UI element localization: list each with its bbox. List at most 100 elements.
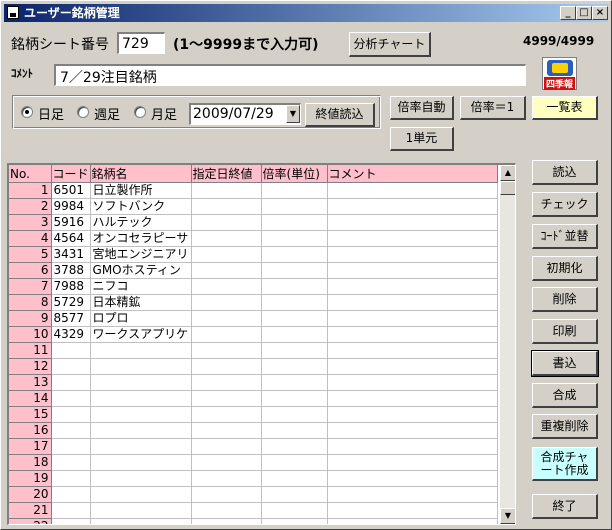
name-cell[interactable]: ニフコ	[90, 278, 192, 295]
ratio-cell[interactable]	[261, 454, 328, 471]
table-row[interactable]: 21	[9, 502, 498, 519]
code-cell[interactable]	[51, 374, 91, 391]
close-price-cell[interactable]	[191, 278, 262, 295]
ratio-one-button[interactable]: 倍率＝1	[460, 96, 526, 120]
comment-cell[interactable]	[327, 502, 498, 519]
comment-cell[interactable]	[327, 374, 498, 391]
scroll-down-icon[interactable]: ▼	[500, 508, 515, 524]
ratio-cell[interactable]	[261, 390, 328, 407]
table-row[interactable]: 1 6501 日立製作所	[9, 182, 498, 199]
close-price-cell[interactable]	[191, 518, 262, 524]
code-cell[interactable]: 5916	[51, 214, 91, 231]
close-price-cell[interactable]	[191, 326, 262, 343]
comment-cell[interactable]	[327, 390, 498, 407]
code-cell[interactable]	[51, 518, 91, 524]
ratio-cell[interactable]	[261, 182, 328, 199]
vertical-scrollbar[interactable]: ▲ ▼	[500, 165, 515, 524]
close-price-cell[interactable]	[191, 486, 262, 503]
sheet-number-input[interactable]: 729	[117, 32, 165, 54]
close-price-cell[interactable]	[191, 230, 262, 247]
code-cell[interactable]	[51, 342, 91, 359]
code-cell[interactable]: 7988	[51, 278, 91, 295]
close-price-cell[interactable]	[191, 454, 262, 471]
code-cell[interactable]: 5729	[51, 294, 91, 311]
comment-cell[interactable]	[327, 246, 498, 263]
close-price-cell[interactable]	[191, 390, 262, 407]
code-cell[interactable]	[51, 390, 91, 407]
close-price-cell[interactable]	[191, 342, 262, 359]
name-cell[interactable]	[90, 374, 192, 391]
table-row[interactable]: 10 4329 ワークスアプリケ	[9, 326, 498, 343]
close-price-cell[interactable]	[191, 214, 262, 231]
column-header-comment[interactable]: コメント	[327, 165, 498, 183]
comment-cell[interactable]	[327, 454, 498, 471]
close-price-cell[interactable]	[191, 262, 262, 279]
ratio-cell[interactable]	[261, 486, 328, 503]
name-cell[interactable]	[90, 470, 192, 487]
ratio-cell[interactable]	[261, 326, 328, 343]
close-price-cell[interactable]	[191, 358, 262, 375]
print-button[interactable]: 印刷	[532, 319, 598, 344]
table-row[interactable]: 12	[9, 358, 498, 375]
ratio-cell[interactable]	[261, 342, 328, 359]
comment-cell[interactable]	[327, 262, 498, 279]
initialize-button[interactable]: 初期化	[532, 256, 598, 281]
issue-grid[interactable]: No. コード 銘柄名 指定日終値 倍率(単位) コメント 1 6501 日立製作所…	[7, 163, 516, 525]
comment-cell[interactable]	[327, 438, 498, 455]
name-cell[interactable]: ロプロ	[90, 310, 192, 327]
comment-cell[interactable]	[327, 182, 498, 199]
code-cell[interactable]	[51, 454, 91, 471]
comment-cell[interactable]	[327, 406, 498, 423]
table-row[interactable]: 17	[9, 438, 498, 455]
table-row[interactable]: 20	[9, 486, 498, 503]
close-price-cell[interactable]	[191, 374, 262, 391]
comment-cell[interactable]	[327, 294, 498, 311]
code-cell[interactable]	[51, 470, 91, 487]
ratio-cell[interactable]	[261, 198, 328, 215]
close-price-cell[interactable]	[191, 470, 262, 487]
ratio-cell[interactable]	[261, 502, 328, 519]
name-cell[interactable]: ハルテック	[90, 214, 192, 231]
ratio-cell[interactable]	[261, 278, 328, 295]
write-button[interactable]: 書込	[531, 350, 599, 377]
scroll-up-icon[interactable]: ▲	[500, 165, 515, 181]
radio-monthly[interactable]: 月足	[134, 104, 182, 123]
code-cell[interactable]	[51, 422, 91, 439]
comment-cell[interactable]	[327, 518, 498, 524]
ratio-cell[interactable]	[261, 374, 328, 391]
create-combined-chart-button[interactable]: 合成チャート作成	[532, 447, 598, 481]
comment-cell[interactable]	[327, 422, 498, 439]
name-cell[interactable]	[90, 518, 192, 524]
ratio-cell[interactable]	[261, 518, 328, 524]
table-row[interactable]: 9 8577 ロプロ	[9, 310, 498, 327]
close-price-cell[interactable]	[191, 182, 262, 199]
comment-cell[interactable]	[327, 198, 498, 215]
table-row[interactable]: 3 5916 ハルテック	[9, 214, 498, 231]
comment-cell[interactable]	[327, 470, 498, 487]
name-cell[interactable]: 日立製作所	[90, 182, 192, 199]
close-price-cell[interactable]	[191, 246, 262, 263]
name-cell[interactable]: 日本精鉱	[90, 294, 192, 311]
one-unit-button[interactable]: 1単元	[390, 127, 454, 151]
code-cell[interactable]: 3788	[51, 262, 91, 279]
comment-cell[interactable]	[327, 342, 498, 359]
name-cell[interactable]	[90, 358, 192, 375]
code-cell[interactable]: 8577	[51, 310, 91, 327]
comment-cell[interactable]	[327, 358, 498, 375]
ratio-cell[interactable]	[261, 310, 328, 327]
close-price-cell[interactable]	[191, 310, 262, 327]
load-close-price-button[interactable]: 終値読込	[305, 103, 375, 127]
minimize-button[interactable]: _	[560, 6, 576, 20]
radio-weekly[interactable]: 週足	[77, 104, 125, 123]
code-cell[interactable]: 3431	[51, 246, 91, 263]
radio-daily[interactable]: 日足	[21, 104, 69, 123]
table-row[interactable]: 4 4564 オンコセラピーサ	[9, 230, 498, 247]
ratio-cell[interactable]	[261, 358, 328, 375]
close-price-cell[interactable]	[191, 502, 262, 519]
chevron-down-icon[interactable]: ▼	[286, 105, 300, 123]
remove-duplicates-button[interactable]: 重複削除	[532, 414, 598, 439]
table-row[interactable]: 22	[9, 518, 498, 524]
ratio-cell[interactable]	[261, 262, 328, 279]
close-price-cell[interactable]	[191, 294, 262, 311]
code-cell[interactable]	[51, 438, 91, 455]
